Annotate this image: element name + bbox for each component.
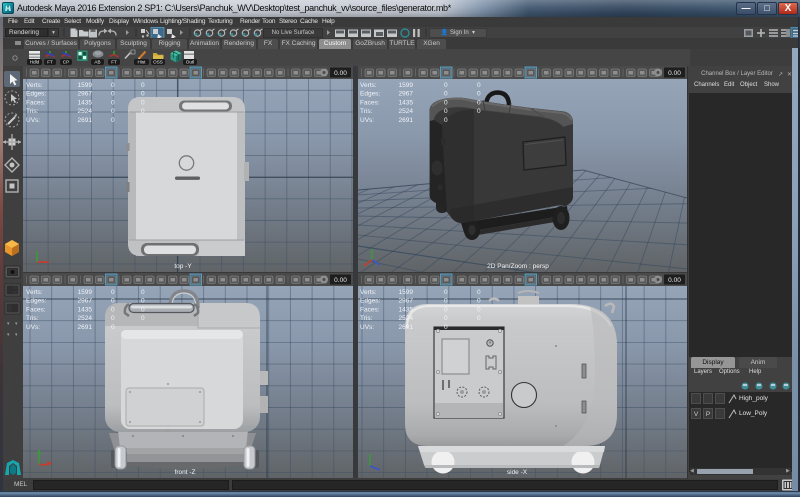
svg-text:0: 0 <box>141 298 145 305</box>
svg-text:front -Z: front -Z <box>175 469 196 476</box>
svg-text:1599: 1599 <box>399 82 414 89</box>
svg-text:1599: 1599 <box>78 82 93 89</box>
svg-text:CP: CP <box>63 60 69 65</box>
svg-text:2967: 2967 <box>78 91 93 98</box>
svg-text:Verts:: Verts: <box>360 289 377 296</box>
svg-text:Edges:: Edges: <box>360 91 380 98</box>
svg-text:2691: 2691 <box>78 324 93 331</box>
svg-text:0: 0 <box>477 289 481 296</box>
svg-text:Verts:: Verts: <box>360 82 377 89</box>
svg-text:0: 0 <box>444 108 448 115</box>
svg-text:0: 0 <box>444 324 448 331</box>
svg-text:Hdld: Hdld <box>30 60 40 65</box>
svg-text:1435: 1435 <box>399 99 414 106</box>
svg-text:0: 0 <box>477 298 481 305</box>
svg-text:2524: 2524 <box>399 315 414 322</box>
svg-text:1599: 1599 <box>78 289 93 296</box>
svg-text:0: 0 <box>141 91 145 98</box>
svg-text:0: 0 <box>444 99 448 106</box>
svg-text:0: 0 <box>477 99 481 106</box>
svg-text:▾: ▾ <box>15 321 18 327</box>
svg-text:OSS: OSS <box>153 60 163 65</box>
svg-text:0: 0 <box>477 108 481 115</box>
svg-text:0.00: 0.00 <box>668 70 681 77</box>
svg-text:0: 0 <box>111 315 115 322</box>
svg-text:UVs:: UVs: <box>26 117 40 124</box>
svg-text:1435: 1435 <box>399 306 414 313</box>
svg-text:2691: 2691 <box>399 117 414 124</box>
svg-text:0.00: 0.00 <box>334 70 347 77</box>
svg-text:1435: 1435 <box>78 306 93 313</box>
svg-text:Verts:: Verts: <box>26 82 43 89</box>
svg-text:▾: ▾ <box>7 332 10 338</box>
svg-text:2524: 2524 <box>78 108 93 115</box>
svg-text:0: 0 <box>141 289 145 296</box>
svg-text:Faces:: Faces: <box>360 306 380 313</box>
svg-text:2967: 2967 <box>399 91 414 98</box>
svg-text:AB: AB <box>94 60 100 65</box>
svg-text:2967: 2967 <box>399 298 414 305</box>
svg-text:0: 0 <box>141 315 145 322</box>
svg-text:0: 0 <box>141 108 145 115</box>
svg-text:0: 0 <box>444 91 448 98</box>
svg-text:0: 0 <box>444 298 448 305</box>
svg-text:FT: FT <box>47 60 53 65</box>
svg-text:1435: 1435 <box>78 99 93 106</box>
svg-text:FT: FT <box>111 60 117 65</box>
svg-text:Tris:: Tris: <box>26 315 39 322</box>
svg-text:0: 0 <box>111 82 115 89</box>
svg-text:0: 0 <box>111 324 115 331</box>
svg-text:UVs:: UVs: <box>26 324 40 331</box>
svg-text:0: 0 <box>444 289 448 296</box>
svg-text:0: 0 <box>477 91 481 98</box>
svg-text:0: 0 <box>477 82 481 89</box>
svg-text:Verts:: Verts: <box>26 289 43 296</box>
svg-text:0: 0 <box>111 117 115 124</box>
svg-text:2967: 2967 <box>78 298 93 305</box>
svg-text:0: 0 <box>111 99 115 106</box>
svg-text:UVs:: UVs: <box>360 324 374 331</box>
svg-text:Edges:: Edges: <box>360 298 380 305</box>
svg-text:0: 0 <box>111 108 115 115</box>
svg-text:2524: 2524 <box>399 108 414 115</box>
svg-text:0.00: 0.00 <box>334 277 347 284</box>
svg-text:0: 0 <box>444 82 448 89</box>
svg-text:0: 0 <box>444 315 448 322</box>
svg-text:Edges:: Edges: <box>26 298 46 305</box>
svg-text:Tris:: Tris: <box>360 315 373 322</box>
svg-text:Outl: Outl <box>186 60 194 65</box>
svg-text:2524: 2524 <box>78 315 93 322</box>
svg-text:Hist: Hist <box>138 60 147 65</box>
svg-text:side -X: side -X <box>507 469 528 476</box>
svg-text:2D Pan/Zoom : persp: 2D Pan/Zoom : persp <box>487 263 549 270</box>
svg-text:0: 0 <box>111 91 115 98</box>
svg-text:0: 0 <box>141 306 145 313</box>
svg-text:0: 0 <box>477 315 481 322</box>
svg-text:0: 0 <box>111 298 115 305</box>
svg-text:0: 0 <box>141 82 145 89</box>
svg-text:Faces:: Faces: <box>360 99 380 106</box>
svg-text:top -Y: top -Y <box>174 263 192 270</box>
svg-text:2691: 2691 <box>399 324 414 331</box>
svg-text:Faces:: Faces: <box>26 306 46 313</box>
svg-text:1599: 1599 <box>399 289 414 296</box>
svg-text:0: 0 <box>111 306 115 313</box>
svg-text:2691: 2691 <box>78 117 93 124</box>
svg-text:UVs:: UVs: <box>360 117 374 124</box>
svg-text:Faces:: Faces: <box>26 99 46 106</box>
svg-text:0: 0 <box>444 117 448 124</box>
svg-text:Tris:: Tris: <box>26 108 39 115</box>
svg-text:▾: ▾ <box>15 332 18 338</box>
svg-text:Tris:: Tris: <box>360 108 373 115</box>
svg-text:▾: ▾ <box>7 321 10 327</box>
svg-text:0: 0 <box>444 306 448 313</box>
svg-text:Edges:: Edges: <box>26 91 46 98</box>
svg-text:0: 0 <box>141 99 145 106</box>
svg-text:0.00: 0.00 <box>668 277 681 284</box>
svg-text:0: 0 <box>111 289 115 296</box>
svg-text:0: 0 <box>477 306 481 313</box>
